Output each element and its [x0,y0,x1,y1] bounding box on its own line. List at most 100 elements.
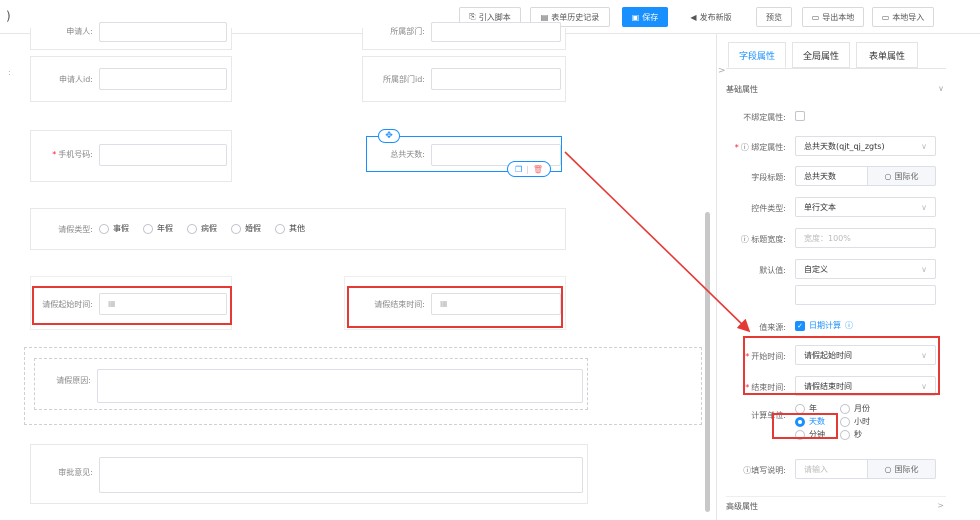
drag-handle-icon[interactable]: ✥ [378,129,400,143]
tab-global-properties[interactable]: 全局属性 [792,42,850,68]
reason-textarea[interactable] [97,369,583,403]
total-days-label: 总共天数: [390,150,425,159]
history-icon: ▤ [540,12,549,22]
chevron-down-icon: ∨ [921,141,927,151]
delete-icon[interactable]: 🗑 [533,165,543,174]
save-icon: ▣ [631,12,640,22]
annotation-box-end [347,286,563,328]
reason-card[interactable]: 请假原因: [34,358,588,410]
copy-icon[interactable]: ❐ [515,165,522,174]
reason-label: 请假原因: [56,376,91,385]
radio-icon [275,223,285,234]
basic-section-title: 基础属性 [726,85,758,94]
import-local-button[interactable]: ▭ 本地导入 [872,7,934,27]
tab-form-properties[interactable]: 表单属性 [856,42,918,68]
department-id-card[interactable]: 所属部门id: [362,56,566,102]
annotation-box-panel [743,336,940,395]
annotation-box-days [772,413,838,439]
phone-card[interactable]: * 手机号码: [30,130,232,182]
title-width-label: ⓘ 标题宽度: [740,235,786,244]
field-actions: ❐ | 🗑 [507,161,551,177]
radio-icon [840,416,850,427]
leave-type-option[interactable]: 其他 [275,223,305,234]
leave-type-radio-group: 事假 年假 病假 婚假 其他 [99,223,305,234]
field-title-input[interactable]: 总共天数 [795,166,868,186]
advanced-section-header[interactable]: 高级属性 > [726,496,946,511]
unbind-checkbox[interactable] [795,111,805,121]
fill-note-input[interactable]: 请输入 [795,459,868,479]
annotation-box-start [32,286,232,325]
applicant-id-input[interactable] [99,68,227,90]
department-id-input[interactable] [431,68,561,90]
basic-section-header[interactable]: 基础属性 ∨ [726,84,946,98]
help-icon: ⓘ [740,235,749,244]
chevron-down-icon: ∨ [938,84,944,93]
control-type-label: 控件类型: [751,204,786,213]
bind-select[interactable]: 总共天数(qjt_qj_zgts) ∨ [795,136,936,156]
publish-button[interactable]: ◀ 发布新版 [680,7,742,27]
script-icon: ⎘ [469,12,476,21]
opinion-textarea[interactable] [99,457,583,493]
advanced-section-title: 高级属性 [726,502,758,511]
unit-option-month[interactable]: 月份 [840,403,870,414]
default-value-select[interactable]: 自定义 ∨ [795,259,936,279]
department-card[interactable]: 所属部门: [362,22,566,50]
applicant-label: 申请人: [66,27,93,36]
value-source-checkbox[interactable]: ✓ 日期计算 ⓘ [795,320,853,331]
radio-icon [840,403,850,414]
radio-icon [795,403,805,414]
send-icon: ◀ [690,12,697,22]
department-label: 所属部门: [390,27,425,36]
tab-underline [726,68,946,69]
fill-note-intl-button[interactable]: ○ 国际化 [868,459,936,479]
folder-open-icon: ▭ [881,12,890,22]
phone-input[interactable] [99,144,227,166]
unbind-label: 不绑定属性: [743,113,786,122]
opinion-label: 审批意见: [58,468,93,477]
department-input[interactable] [431,22,561,42]
leave-type-option[interactable]: 婚假 [231,223,261,234]
chevron-right-icon: > [937,501,944,510]
opinion-card[interactable]: 审批意见: [30,444,588,504]
value-source-label: 值来源: [759,323,786,332]
preview-button[interactable]: 预览 [756,7,792,27]
applicant-card[interactable]: 申请人: [30,22,232,50]
collapse-panel-icon[interactable]: > [718,66,726,76]
applicant-id-card[interactable]: 申请人id: [30,56,232,102]
unit-option-second[interactable]: 秒 [840,429,862,440]
department-id-label: 所属部门id: [383,75,425,84]
radio-icon [231,223,241,234]
control-type-select[interactable]: 单行文本 ∨ [795,197,936,217]
field-title-label: 字段标题: [751,173,786,182]
radio-icon [840,429,850,440]
radio-icon [99,223,109,234]
tab-field-properties[interactable]: 字段属性 [728,42,786,68]
default-value-label: 默认值: [759,266,786,275]
save-button[interactable]: ▣ 保存 [622,7,668,27]
leave-type-option[interactable]: 事假 [99,223,129,234]
leave-type-card[interactable]: 请假类型: 事假 年假 病假 婚假 其他 [30,208,566,250]
phone-label: * 手机号码: [52,150,93,159]
check-icon: ✓ [795,320,805,331]
folder-icon: ▭ [811,12,820,22]
search-icon: ○ [884,464,892,474]
leave-type-option[interactable]: 年假 [143,223,173,234]
radio-icon [143,223,153,234]
search-icon: ○ [884,171,892,181]
divider: | [526,164,529,174]
collapse-left-icon[interactable]: : [8,68,11,77]
field-title-intl-button[interactable]: ○ 国际化 [868,166,936,186]
unit-option-hour[interactable]: 小时 [840,416,870,427]
canvas-scrollbar[interactable] [705,212,710,512]
fill-note-label: ⓘ填写说明: [743,466,786,475]
title-width-input[interactable]: 宽度：100% [795,228,936,248]
applicant-id-label: 申请人id: [59,75,93,84]
chevron-down-icon: ∨ [921,264,927,274]
default-custom-input[interactable] [795,285,936,305]
leave-type-label: 请假类型: [58,225,93,234]
help-icon: ⓘ [740,143,749,152]
leave-type-option[interactable]: 病假 [187,223,217,234]
export-local-button[interactable]: ▭ 导出本地 [802,7,864,27]
panel-toggle-icon[interactable]: ) [6,9,11,23]
applicant-input[interactable] [99,22,227,42]
